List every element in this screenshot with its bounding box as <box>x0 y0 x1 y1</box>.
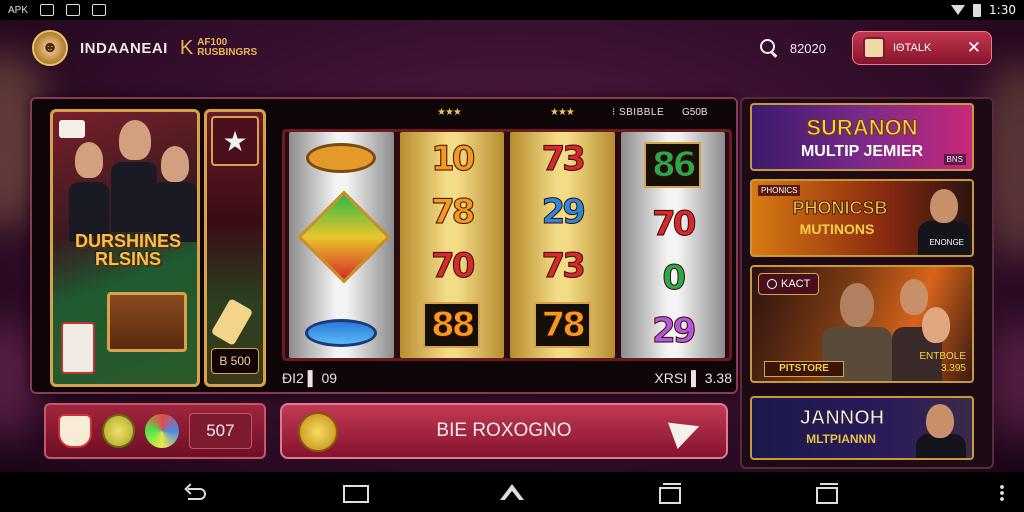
reel-symbol: 29 <box>652 311 697 352</box>
system-nav-bar <box>0 472 1024 512</box>
reel-symbol: 70 <box>652 204 697 245</box>
reel-symbol: 78 <box>533 302 591 349</box>
promo-banner-3[interactable]: KACT PITSTORE ENTBOLE 3.395 <box>750 265 974 383</box>
banner-tag: BNS <box>943 154 966 165</box>
banner-subtitle: ENTBOLE 3.395 <box>919 351 966 374</box>
reel-column: 86 70 0 29 <box>620 132 725 358</box>
back-icon[interactable] <box>184 482 212 502</box>
ticket-icon <box>210 298 254 346</box>
banner-subtitle: MLTPIANNN <box>806 432 876 446</box>
bet-controls: 507 <box>44 403 266 459</box>
promo-banner-1[interactable]: SURANON MULTIP JEMIER BNS <box>750 103 974 171</box>
status-time: 1:30 <box>989 3 1016 17</box>
slot-reels[interactable]: 10 78 70 88 73 29 73 78 86 70 0 29 <box>282 129 732 361</box>
favorite-star-button[interactable]: ★ <box>211 116 259 166</box>
notification-icon <box>40 4 55 16</box>
reel-symbol: 10 <box>431 138 476 179</box>
reel-symbol: 73 <box>541 138 586 179</box>
reel-symbol: 0 <box>662 257 687 298</box>
reel-symbol: 86 <box>644 141 702 188</box>
status-bar: APK 1:30 <box>0 0 1024 20</box>
cup-chip-icon[interactable] <box>58 414 92 448</box>
banner-tag-2: ENONGE <box>929 238 964 247</box>
brand-logo[interactable]: ☻ <box>32 30 68 66</box>
reel-column: 10 78 70 88 <box>399 132 504 358</box>
rating-stars: ★★★ <box>437 106 462 118</box>
app-notification-icon <box>92 4 107 16</box>
slot-game-panel: DURSHINES RLSINS ★ B 500 ★★★ ★★★ ⁝ SBIBB… <box>30 97 738 394</box>
promo-title: DURSHINES RLSINS <box>74 231 181 269</box>
wallet-icon <box>863 37 885 59</box>
wallet-label: ΙΘΤΑLΚ <box>893 42 932 54</box>
ball-chip-icon[interactable] <box>145 414 179 448</box>
recents-icon[interactable] <box>655 482 683 504</box>
rating-stars-2: ★★★ <box>550 106 575 118</box>
treasure-chest-icon <box>107 292 187 352</box>
reels-footer: ĐI2 ▌ 09 XRSI ▌ 3.38 <box>282 367 732 389</box>
banner-title: JANNOH <box>799 407 885 429</box>
window-icon[interactable] <box>341 482 370 503</box>
wallet-button[interactable]: ΙΘΤΑLΚ ✕ <box>852 31 992 65</box>
reel-symbol: 73 <box>541 245 586 286</box>
reel-symbol: 88 <box>423 302 481 349</box>
coin-icon <box>298 412 338 452</box>
footer-left-stat: ĐI2 ▌ 09 <box>282 370 338 386</box>
favorite-card: ★ B 500 <box>204 109 266 387</box>
reel-symbol: 78 <box>431 192 476 233</box>
close-icon[interactable]: ✕ <box>967 38 981 58</box>
banner-title: PITSTORE <box>764 361 844 377</box>
cup-icon <box>61 322 95 374</box>
banner-badge: KACT <box>758 273 820 295</box>
reel-symbol: 70 <box>431 245 476 286</box>
photo-notification-icon <box>66 4 81 16</box>
bowl-symbol-icon <box>306 143 377 174</box>
brand-k: K <box>179 36 194 59</box>
banner-tag: PHONICS <box>758 185 801 196</box>
status-app-label: APK <box>8 4 29 16</box>
coin-chip-icon[interactable] <box>101 414 136 448</box>
promo-banner-2[interactable]: PHONICS PHONICSB MUTINONS ENONGE <box>750 179 974 257</box>
banner-badge-label: KACT <box>781 278 811 290</box>
banner-title: SURANON <box>806 115 918 140</box>
app-header: ☻ INDAANEAI K AF100 RUSBINGRS 82020 ΙΘΤΑ… <box>0 20 1024 76</box>
play-arrow-icon <box>668 413 704 449</box>
footer-right-stat: XRSI ▌ 3.38 <box>654 370 732 386</box>
promo-banner-4[interactable]: JANNOH MLTPIANNN <box>750 396 974 460</box>
prize-display: B 500 <box>211 348 259 374</box>
home-icon[interactable] <box>498 482 526 502</box>
promo-card[interactable]: DURSHINES RLSINS <box>50 109 200 387</box>
casino-app: ☻ INDAANEAI K AF100 RUSBINGRS 82020 ΙΘΤΑ… <box>0 20 1024 472</box>
banner-subtitle: MULTIP JEMIER <box>800 143 924 160</box>
split-screen-icon[interactable] <box>812 482 840 504</box>
wave-symbol-icon <box>305 318 378 347</box>
banner-subtitle: MUTINONS <box>799 221 875 237</box>
more-options-icon[interactable] <box>1000 484 1004 502</box>
brand-tagline: AF100 RUSBINGRS <box>197 37 258 58</box>
spin-button[interactable]: BIE ROXOGNO <box>280 403 728 459</box>
brand-name: INDAANEAI <box>80 39 168 57</box>
timer-icon <box>767 279 777 289</box>
reels-hud: ★★★ ★★★ ⁝ SBIBBLE G50B <box>282 101 732 123</box>
kite-symbol-icon <box>301 196 381 296</box>
hud-info-2: G50B <box>682 106 708 118</box>
promo-chip-icon <box>59 120 85 138</box>
spin-label: BIE ROXOGNO <box>436 420 572 441</box>
reel-column <box>289 132 394 358</box>
promo-sidebar: SURANON MULTIP JEMIER BNS PHONICS PHONIC… <box>740 97 994 469</box>
banner-title: PHONICSB <box>792 198 888 218</box>
logo-glyph: ☻ <box>41 39 59 56</box>
reel-column: 73 29 73 78 <box>510 132 615 358</box>
hud-info: ⁝ SBIBBLE <box>612 106 665 118</box>
reel-symbol: 29 <box>541 192 586 233</box>
balance-display: 82020 <box>789 40 826 56</box>
search-icon[interactable] <box>759 39 778 57</box>
bet-amount[interactable]: 507 <box>188 413 252 449</box>
battery-icon <box>973 3 982 17</box>
wifi-icon <box>951 5 966 15</box>
